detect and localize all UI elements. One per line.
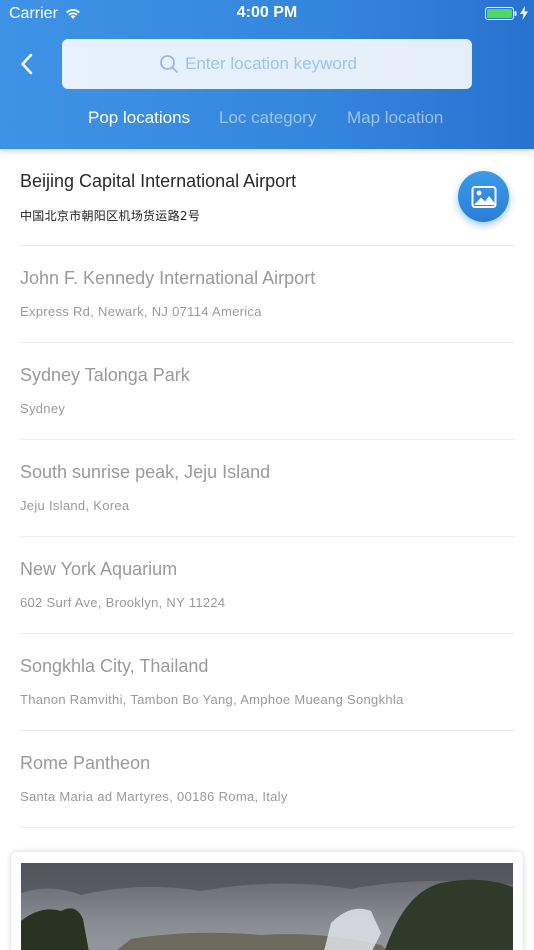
tab-bar: Pop locations Loc category Map location <box>0 108 534 132</box>
status-time: 4:00 PM <box>236 4 298 21</box>
location-title: John F. Kennedy International Airport <box>20 268 316 288</box>
list-item[interactable]: New York Aquarium 602 Surf Ave, Brooklyn… <box>20 537 515 634</box>
list-item[interactable]: Sydney Talonga Park Sydney <box>20 343 515 440</box>
list-item[interactable]: Rome Pantheon Santa Maria ad Martyres, 0… <box>20 731 515 828</box>
search-icon <box>160 55 178 73</box>
location-title: Rome Pantheon <box>20 753 151 773</box>
location-address: Santa Maria ad Martyres, 00186 Roma, Ita… <box>20 789 288 804</box>
tab-map-location[interactable]: Map location <box>347 108 443 128</box>
status-bar: Carrier 4:00 PM <box>0 0 534 28</box>
charging-bolt-icon <box>520 6 528 20</box>
search-input[interactable] <box>185 54 375 74</box>
location-address: Thanon Ramvithi, Tambon Bo Yang, Amphoe … <box>20 692 404 707</box>
list-item[interactable]: South sunrise peak, Jeju Island Jeju Isl… <box>20 440 515 537</box>
chevron-left-icon <box>21 53 33 75</box>
location-title: New York Aquarium <box>20 559 178 579</box>
list-item[interactable]: Songkhla City, Thailand Thanon Ramvithi,… <box>20 634 515 731</box>
tab-pop-locations[interactable]: Pop locations <box>88 108 190 128</box>
location-list: Beijing Capital International Airport 中国… <box>0 149 534 828</box>
image-button[interactable] <box>458 171 509 222</box>
location-title: Beijing Capital International Airport <box>20 171 297 191</box>
location-address: Jeju Island, Korea <box>20 498 130 513</box>
location-address: Sydney <box>20 401 66 416</box>
location-address: 中国北京市朝阳区机场货运路2号 <box>20 209 201 223</box>
back-button[interactable] <box>14 50 42 78</box>
battery-icon <box>485 7 517 20</box>
image-icon <box>471 185 496 208</box>
location-title: Sydney Talonga Park <box>20 365 190 385</box>
location-title: South sunrise peak, Jeju Island <box>20 462 271 482</box>
list-item[interactable]: Beijing Capital International Airport 中国… <box>20 149 515 246</box>
navigation-header: Carrier 4:00 PM Pop locations Loc catego… <box>0 0 534 149</box>
location-address: Express Rd, Newark, NJ 07114 America <box>20 304 262 319</box>
tab-loc-category[interactable]: Loc category <box>219 108 316 128</box>
search-box[interactable] <box>62 39 472 89</box>
list-item[interactable]: John F. Kennedy International Airport Ex… <box>20 246 515 343</box>
waterfall-landscape-photo <box>21 863 513 950</box>
location-title: Songkhla City, Thailand <box>20 656 209 676</box>
image-preview-card[interactable] <box>11 852 523 950</box>
location-address: 602 Surf Ave, Brooklyn, NY 11224 <box>20 595 226 610</box>
